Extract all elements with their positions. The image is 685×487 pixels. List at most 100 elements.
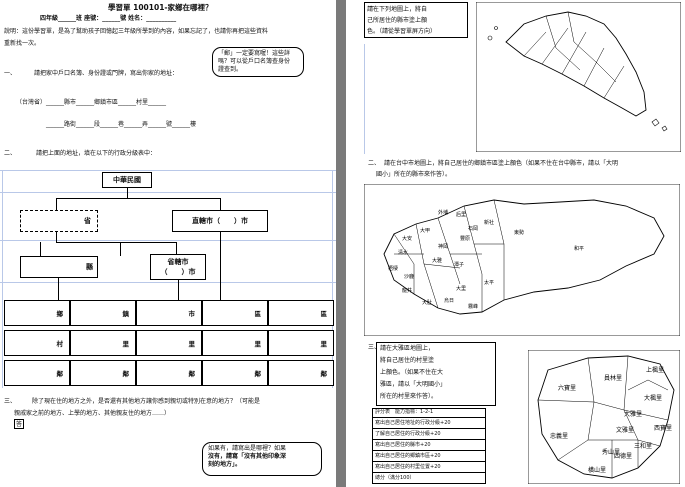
- map-label[interactable]: 沙鹿: [404, 273, 414, 280]
- tree-county[interactable]: 縣: [20, 256, 98, 278]
- tree-cell-neighborhood-1[interactable]: 鄰: [70, 360, 136, 386]
- taiwan-map[interactable]: [476, 2, 681, 152]
- tip-bubble-top: 「郵」一定要寫喔！這些詳 嗎？可以從戶口名簿查身份 證查到。: [212, 47, 304, 77]
- tree-provincial-city-top: 省轄市: [167, 258, 189, 266]
- map-label[interactable]: 豐原: [460, 235, 470, 242]
- map-label[interactable]: 西寶里: [654, 424, 672, 432]
- worksheet-title: 學習單 100101-家鄉在哪裡？: [108, 3, 213, 12]
- map-label[interactable]: 大甲: [420, 227, 430, 234]
- map-label[interactable]: 清水: [398, 249, 408, 256]
- map-label[interactable]: 后里: [456, 211, 466, 218]
- tip-bubble-bottom-line-3: 刻的地方」。: [208, 461, 242, 468]
- map-label[interactable]: 四德里: [614, 452, 632, 460]
- tree-cell-village-2[interactable]: 里: [136, 330, 202, 356]
- r-q2-line-1: 請在台中市地圖上，將自己居住的鄉鎮市區塗上顏色（如果不住在台中縣市，請以「大明: [384, 160, 619, 167]
- q3-answer-box[interactable]: 答: [14, 419, 24, 429]
- taichung-map[interactable]: 和平 東勢 新社石岡豐原 后里 外埔大甲大安清水梧棲沙鹿龍井大肚 烏日霧峰 大里 太平 潭子 大雅…: [364, 184, 680, 336]
- tree-province[interactable]: 省: [20, 210, 98, 232]
- tree-cell-village-3[interactable]: 里: [202, 330, 268, 356]
- map-label[interactable]: 霧峰: [468, 303, 478, 310]
- r-q3-line-1: 請在大雅區地圖上，: [380, 345, 435, 352]
- map-label[interactable]: 和平: [574, 245, 584, 252]
- map-label[interactable]: 員林里: [604, 374, 622, 382]
- map-label[interactable]: 大安: [402, 235, 412, 242]
- map-label[interactable]: 大肚: [422, 299, 432, 306]
- q3-line-2: 親戚家之前的地方、上學的地方、其他親友住的地方……）: [14, 410, 171, 417]
- tree-root-country: 中華民國: [102, 172, 152, 188]
- table-guide-line: [0, 282, 336, 283]
- r-q3-line-5: 所在的村里來作答）。: [380, 393, 438, 400]
- r-q1-box: 請在下列地圖上，將自 己所居住的縣市塗上顏 色。（請從學習單屏方向）: [364, 2, 468, 38]
- r-q3-line-4: 雅區，請以「大明國小」: [380, 381, 447, 388]
- tree-cell-neighborhood-2[interactable]: 鄰: [136, 360, 202, 386]
- score-row: 寫出自己居住地址的行政分級+20: [373, 418, 485, 429]
- r-q3-box: 請在大雅區地圖上， 將自己居住的村里塗 上顏色。（如果不住在大 雅區，請以「大明…: [376, 342, 496, 406]
- intro-line-1: 說明：這份學習單，是為了幫助孩子回憶起三年級所學到的內容，如果忘記了，也請你再把…: [4, 28, 269, 35]
- daya-map[interactable]: 六寶里員林里上楓里大楓里忠義里秀山里文雅里 西寶里三和里橫山里四德里大雅里: [528, 350, 680, 484]
- tree-cell-town-3[interactable]: 區: [202, 300, 268, 326]
- map-label[interactable]: 三和里: [634, 442, 652, 450]
- score-table: 評分表 能力指標：1-2-1 寫出自己居住地址的行政分級+20 了解自己居住的行政…: [372, 408, 486, 484]
- table-guide-line: [0, 192, 336, 193]
- table-guide-line: [0, 170, 336, 171]
- r-q3-line-2: 將自己居住的村里塗: [380, 357, 435, 364]
- map-label[interactable]: 外埔: [438, 209, 448, 216]
- tree-cell-village-1[interactable]: 里: [70, 330, 136, 356]
- map-label[interactable]: 潭子: [454, 261, 464, 268]
- r-q1-line-3: 色。（請從學習單屏方向）: [367, 28, 437, 35]
- map-label[interactable]: 橫山里: [588, 466, 606, 474]
- tree-cell-neighborhood-4[interactable]: 鄰: [268, 360, 334, 386]
- address-line-1[interactable]: （台灣省）______縣市______鄉鎮市區______村里______: [16, 99, 166, 106]
- q3-line-1: 除了現在住的地方之外，是否還有其他地方讓你感到親切或特別在意的地方？（可能是: [32, 398, 261, 405]
- map-label[interactable]: 文雅里: [616, 426, 634, 434]
- tree-cell-town-1[interactable]: 鎮: [70, 300, 136, 326]
- map-label[interactable]: 新社: [484, 219, 494, 226]
- tree-cell-neighborhood-0[interactable]: 鄰: [4, 360, 70, 386]
- address-line-2[interactable]: ______路街______段______巷______弄______號____…: [46, 121, 196, 128]
- map-label[interactable]: 六寶里: [558, 384, 576, 392]
- tip-bubble-top-line-1: 「郵」一定要寫喔！這些詳: [218, 50, 291, 57]
- r-q1-line-1: 請在下列地圖上，將自: [367, 6, 428, 13]
- map-label[interactable]: 大雅: [432, 257, 442, 264]
- map-label[interactable]: 上楓里: [646, 366, 664, 374]
- tree-provincial-city[interactable]: 省轄市 （ ）市: [150, 254, 206, 280]
- tip-bubble-bottom-line-2: 沒有，請寫「沒有其他印象深: [208, 453, 287, 460]
- table-guide-line: [2, 170, 3, 388]
- q1-text: 請把家中戶口名簿、身份證或門牌，寫出你家的地址：: [34, 70, 179, 77]
- intro-line-2: 重新找一次。: [4, 40, 41, 47]
- table-guide-line: [0, 240, 336, 241]
- tree-provincial-city-bottom: （ ）市: [160, 268, 196, 276]
- tip-bubble-bottom: 如果有，請寫出是哪裡？如果 沒有，請寫「沒有其他印象深 刻的地方」。: [202, 442, 322, 476]
- score-row: 了解自己居住的行政分級+20: [373, 429, 485, 440]
- tip-bubble-bottom-line-1: 如果有，請寫出是哪裡？如果: [208, 445, 287, 452]
- score-row: 寫出自己居住的縣市+20: [373, 440, 485, 451]
- tree-cell-village-4[interactable]: 里: [268, 330, 334, 356]
- map-label[interactable]: 大里: [456, 285, 466, 292]
- map-label[interactable]: 石岡: [468, 226, 478, 232]
- r-q2-label: 二、: [368, 160, 381, 167]
- worksheet-page-right: 一、 請在下列地圖上，將自 己所居住的縣市塗上顏 色。（請從學習單屏方向） 二、…: [346, 0, 685, 487]
- map-label[interactable]: 梧棲: [388, 265, 398, 272]
- tree-cell-village-0[interactable]: 村: [4, 330, 70, 356]
- map-label[interactable]: 東勢: [514, 229, 524, 236]
- map-label[interactable]: 太平: [484, 279, 494, 286]
- score-header: 評分表 能力指標：1-2-1: [373, 409, 485, 418]
- score-row: 寫出自己居住的村里位置+20: [373, 462, 485, 473]
- map-label[interactable]: 大雅里: [624, 410, 642, 418]
- tree-cell-neighborhood-3[interactable]: 鄰: [202, 360, 268, 386]
- map-label[interactable]: 神岡: [438, 243, 448, 250]
- tree-municipality[interactable]: 直轄市（ ）市: [172, 210, 268, 232]
- tree-cell-town-2[interactable]: 市: [136, 300, 202, 326]
- map-label[interactable]: 龍井: [402, 287, 412, 294]
- map-label[interactable]: 忠義里: [550, 432, 568, 440]
- r-q1-line-2: 己所居住的縣市塗上顏: [367, 17, 428, 24]
- tree-cell-town-0[interactable]: 鄉: [4, 300, 70, 326]
- q2-label: 二、: [4, 150, 17, 157]
- q2-text: 請把上面的地址，填在以下的行政分級表中：: [36, 150, 157, 157]
- student-info-line: 四年級______班 座號：______號 姓名：__________: [40, 15, 177, 22]
- tree-cell-town-4[interactable]: 區: [268, 300, 334, 326]
- map-label[interactable]: 烏日: [444, 297, 454, 304]
- score-row: 總分（滿分100）: [373, 473, 485, 484]
- r-q3-line-3: 上顏色。（如果不住在大: [380, 369, 444, 376]
- map-label[interactable]: 大楓里: [644, 394, 662, 402]
